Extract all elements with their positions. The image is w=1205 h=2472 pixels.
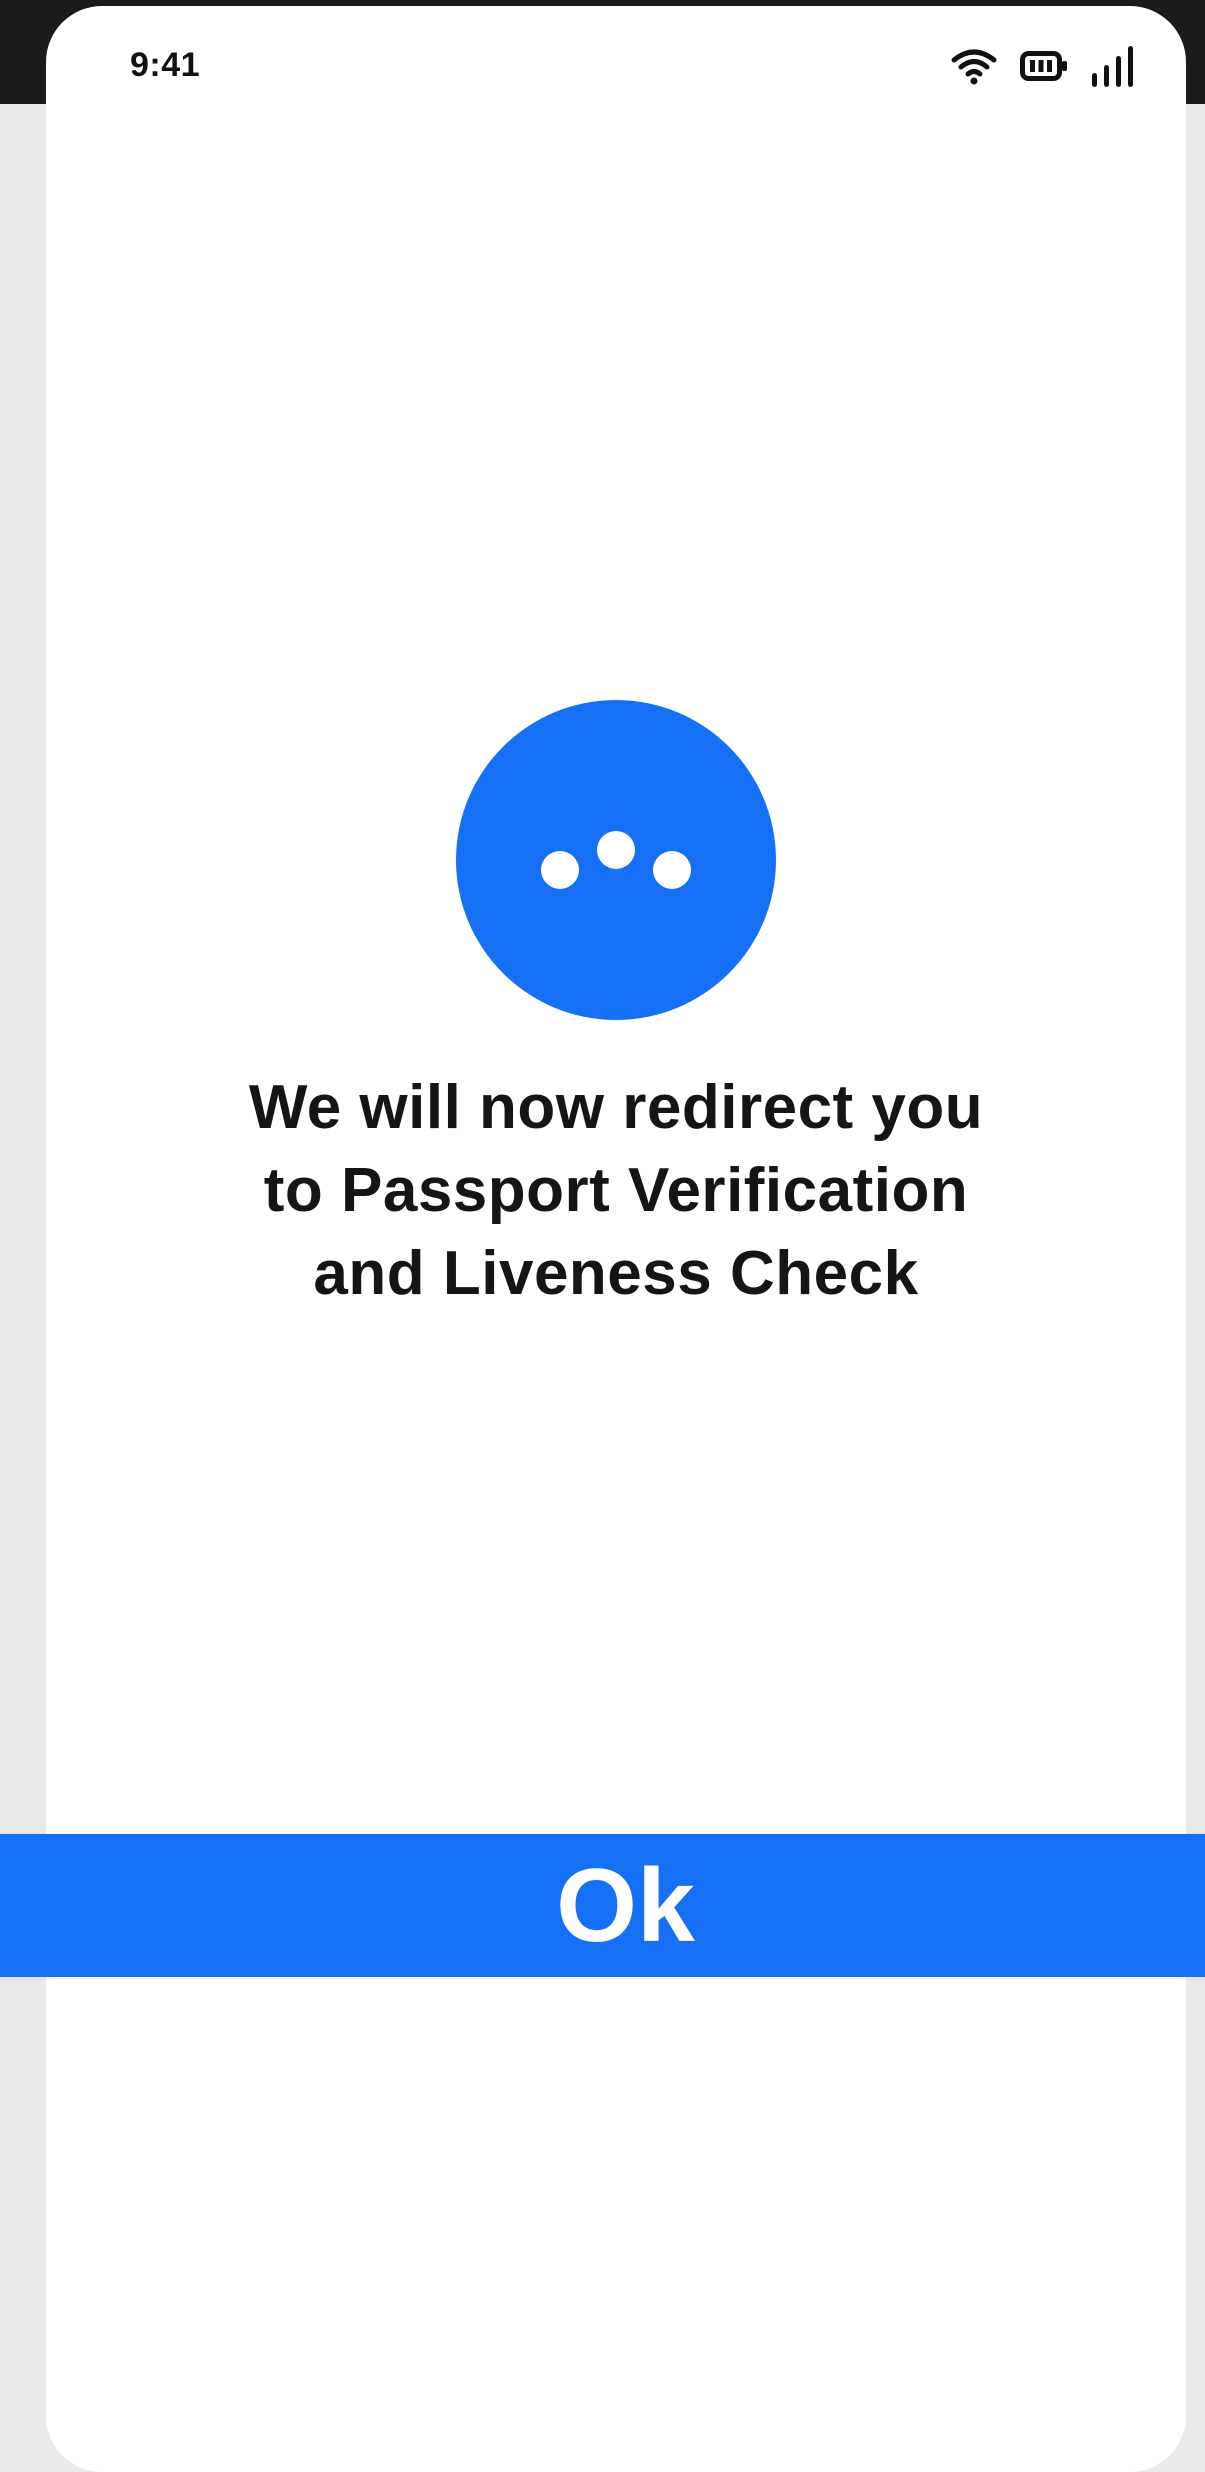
loading-dot bbox=[597, 831, 635, 869]
status-bar: 9:41 bbox=[46, 6, 1186, 116]
redirect-message-line: We will now redirect you bbox=[248, 1073, 984, 1142]
loading-dot bbox=[653, 851, 691, 889]
loading-dot bbox=[541, 851, 579, 889]
status-icons bbox=[950, 44, 1134, 88]
redirect-message-line: and Liveness Check bbox=[313, 1239, 919, 1308]
ok-button[interactable]: Ok bbox=[0, 1834, 1205, 1977]
ok-button-label: Ok bbox=[556, 1847, 695, 1964]
redirect-message-line: to Passport Verification bbox=[263, 1156, 969, 1225]
wifi-icon bbox=[950, 47, 998, 85]
phone-screen: 9:41 We will now redirect you to Passpor… bbox=[46, 6, 1186, 2472]
battery-icon bbox=[1020, 51, 1068, 81]
redirect-message: We will now redirect you to Passport Ver… bbox=[166, 1066, 1066, 1315]
status-time: 9:41 bbox=[130, 46, 201, 84]
cellular-signal-icon bbox=[1090, 45, 1134, 87]
loading-dots-icon bbox=[456, 700, 776, 1020]
